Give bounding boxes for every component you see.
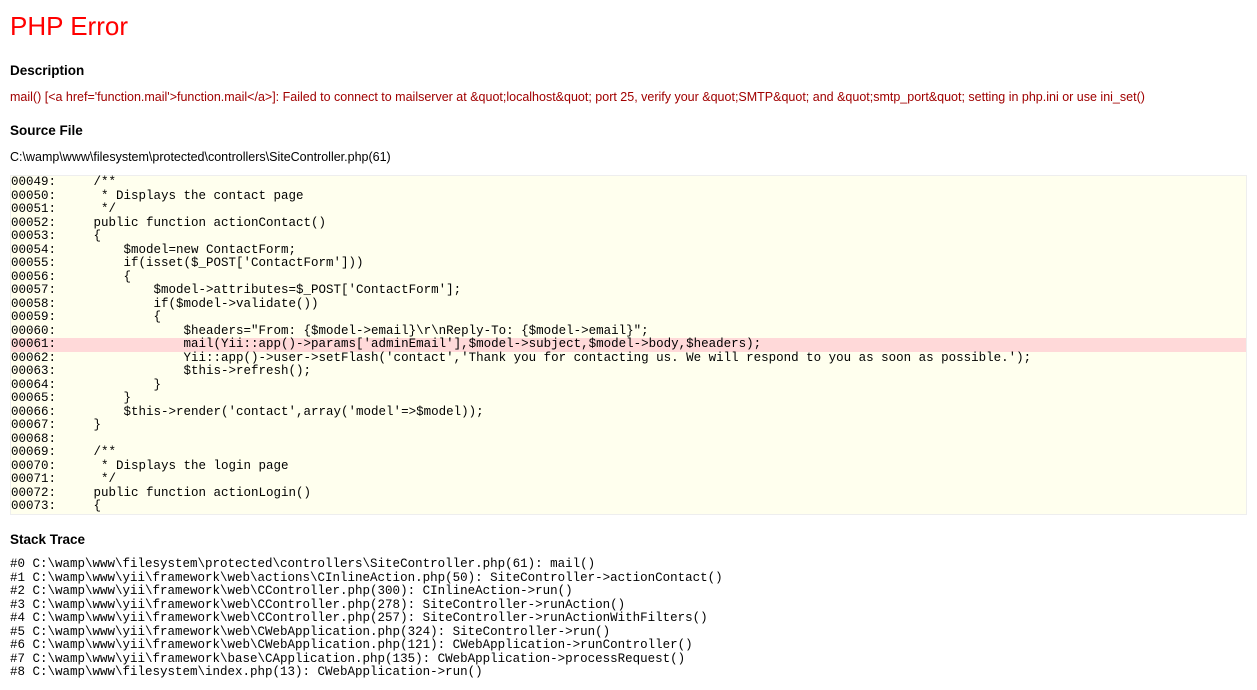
source-line: 00057: $model->attributes=$_POST['Contac… <box>11 284 1246 298</box>
source-line: 00073: { <box>11 500 1246 514</box>
source-line: 00063: $this->refresh(); <box>11 365 1246 379</box>
source-line: 00058: if($model->validate()) <box>11 298 1246 312</box>
page-title: PHP Error <box>10 10 1247 44</box>
source-line: 00067: } <box>11 419 1246 433</box>
source-line: 00054: $model=new ContactForm; <box>11 244 1246 258</box>
sourcefile-heading: Source File <box>10 122 1247 140</box>
source-line: 00056: { <box>11 271 1246 285</box>
source-line: 00068: <box>11 433 1246 447</box>
source-line: 00069: /** <box>11 446 1246 460</box>
error-message: mail() [<a href='function.mail'>function… <box>10 89 1247 105</box>
source-line: 00059: { <box>11 311 1246 325</box>
sourcefile-path: C:\wamp\www\filesystem\protected\control… <box>10 149 1247 165</box>
source-line: 00049: /** <box>11 176 1246 190</box>
source-line: 00052: public function actionContact() <box>11 217 1246 231</box>
source-line: 00051: */ <box>11 203 1246 217</box>
source-line: 00050: * Displays the contact page <box>11 190 1246 204</box>
description-heading: Description <box>10 62 1247 80</box>
source-line: 00066: $this->render('contact',array('mo… <box>11 406 1246 420</box>
source-line: 00062: Yii::app()->user->setFlash('conta… <box>11 352 1246 366</box>
source-line: 00060: $headers="From: {$model->email}\r… <box>11 325 1246 339</box>
source-listing: 00049: /**00050: * Displays the contact … <box>10 175 1247 515</box>
stacktrace-heading: Stack Trace <box>10 531 1247 549</box>
stack-trace: #0 C:\wamp\www\filesystem\protected\cont… <box>10 558 1247 680</box>
source-line: 00064: } <box>11 379 1246 393</box>
source-line: 00072: public function actionLogin() <box>11 487 1246 501</box>
source-line: 00053: { <box>11 230 1246 244</box>
source-line: 00070: * Displays the login page <box>11 460 1246 474</box>
source-line-error: 00061: mail(Yii::app()->params['adminEma… <box>11 338 1246 352</box>
source-line: 00055: if(isset($_POST['ContactForm'])) <box>11 257 1246 271</box>
source-line: 00065: } <box>11 392 1246 406</box>
source-line: 00071: */ <box>11 473 1246 487</box>
